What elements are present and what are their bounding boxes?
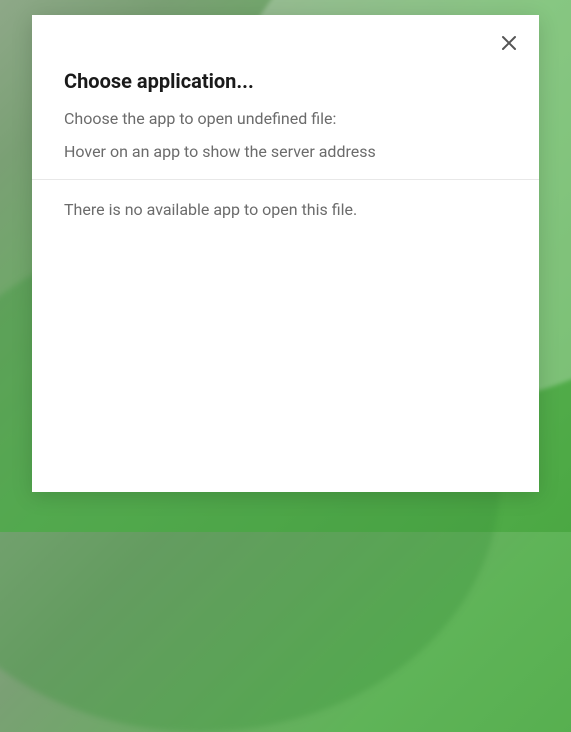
dialog-body: There is no available app to open this f… xyxy=(32,180,539,492)
close-button[interactable] xyxy=(495,29,523,57)
close-icon xyxy=(501,35,517,51)
dialog-title: Choose application... xyxy=(64,69,507,93)
choose-application-dialog: Choose application... Choose the app to … xyxy=(32,15,539,492)
dialog-subtitle: Choose the app to open undefined file: xyxy=(64,109,507,128)
empty-app-message: There is no available app to open this f… xyxy=(64,200,507,219)
dialog-hint: Hover on an app to show the server addre… xyxy=(64,142,507,161)
dialog-header: Choose application... Choose the app to … xyxy=(32,15,539,180)
